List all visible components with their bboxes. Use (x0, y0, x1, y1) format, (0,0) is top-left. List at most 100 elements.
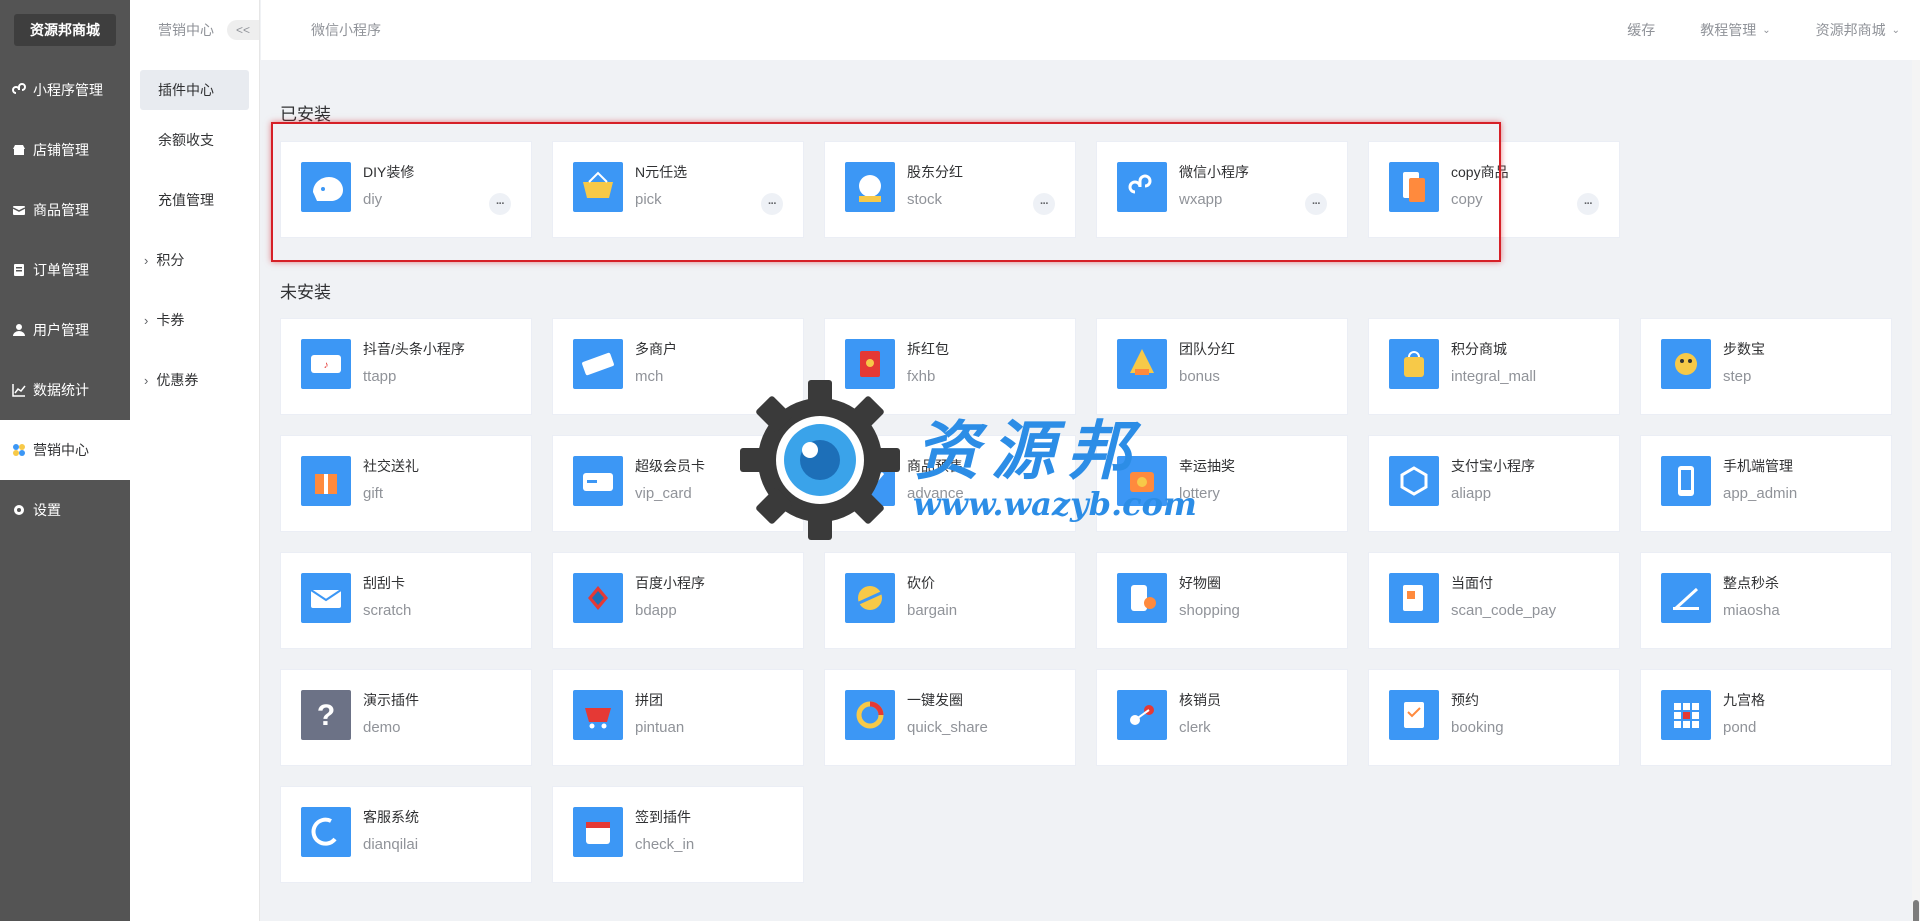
plugin-card-mch[interactable]: 多商户 mch (552, 318, 804, 415)
plugin-card-aliapp[interactable]: 支付宝小程序 aliapp (1368, 435, 1620, 532)
plugin-name: 拼团 (635, 692, 663, 708)
gear-icon (12, 503, 26, 517)
sub-nav-item-1[interactable]: 余额收支 (130, 110, 259, 170)
plugin-card-app_admin[interactable]: 手机端管理 app_admin (1640, 435, 1892, 532)
plugin-code: stock (907, 191, 943, 208)
plugin-card-miaosha[interactable]: 整点秒杀 miaosha (1640, 552, 1892, 649)
plugin-card-bonus[interactable]: 团队分红 bonus (1096, 318, 1348, 415)
plugin-card-bdapp[interactable]: 百度小程序 bdapp (552, 552, 804, 649)
plugin-name: 幸运抽奖 (1179, 458, 1235, 474)
plugin-name: 手机端管理 (1723, 458, 1793, 474)
plugin-card-step[interactable]: 步数宝 step (1640, 318, 1892, 415)
chevron-down-icon: ⌄ (1762, 24, 1771, 36)
plugin-card-stock[interactable]: 股东分红 stock ··· (824, 141, 1076, 238)
user-dropdown[interactable]: 资源邦商城 ⌄ (1816, 20, 1900, 40)
chevron-right-icon: › (144, 372, 149, 388)
sub-nav-item-label: 充值管理 (158, 192, 214, 208)
plugin-name: N元任选 (635, 164, 688, 180)
sub-nav-item-2[interactable]: 充值管理 (130, 170, 259, 230)
marketing-icon (12, 443, 26, 457)
plugin-name: 一键发圈 (907, 692, 963, 708)
wxapp-icon (1117, 162, 1167, 212)
plugin-code: mch (635, 368, 664, 385)
chart-icon (12, 383, 26, 397)
uninstalled-title: 未安装 (280, 283, 331, 302)
plugin-name: 团队分红 (1179, 341, 1235, 357)
plugin-code: copy (1451, 191, 1483, 208)
plugin-card-bargain[interactable]: 砍价 bargain (824, 552, 1076, 649)
plugin-code: bdapp (635, 602, 677, 619)
plugin-card-fxhb[interactable]: 拆红包 fxhb (824, 318, 1076, 415)
plugin-card-diy[interactable]: DIY装修 diy ··· (280, 141, 532, 238)
scrollbar-thumb[interactable] (1913, 900, 1919, 921)
plugin-card-booking[interactable]: 预约 booking (1368, 669, 1620, 766)
plugin-card-pintuan[interactable]: 拼团 pintuan (552, 669, 804, 766)
nav-item-3[interactable]: 订单管理 (0, 240, 130, 300)
scrollbar[interactable] (1912, 60, 1920, 921)
plugin-code: demo (363, 719, 401, 736)
sub-nav-item-4[interactable]: › 卡券 (130, 290, 259, 350)
nav-item-4[interactable]: 用户管理 (0, 300, 130, 360)
chevron-right-icon: › (144, 312, 149, 328)
plugin-card-vip_card[interactable]: 超级会员卡 vip_card (552, 435, 804, 532)
plugin-code: integral_mall (1451, 368, 1537, 385)
plugin-code: fxhb (907, 368, 936, 385)
plugin-name: 商品预售 (907, 458, 963, 474)
nav-item-5[interactable]: 数据统计 (0, 360, 130, 420)
sub-nav-item-label: 积分 (156, 252, 185, 268)
nav-item-label: 店铺管理 (33, 142, 89, 158)
plugin-card-lottery[interactable]: 幸运抽奖 lottery (1096, 435, 1348, 532)
shop-icon (12, 143, 26, 157)
nav-item-1[interactable]: 店铺管理 (0, 120, 130, 180)
sub-nav-item-0[interactable]: 插件中心 (140, 70, 249, 110)
plugin-card-clerk[interactable]: 核销员 clerk (1096, 669, 1348, 766)
plugin-card-scratch[interactable]: 刮刮卡 scratch (280, 552, 532, 649)
nav-item-7[interactable]: 设置 (0, 480, 130, 540)
nav-item-6[interactable]: 营销中心 (0, 420, 130, 480)
plugin-card-check_in[interactable]: 签到插件 check_in (552, 786, 804, 883)
more-options-button[interactable]: ··· (1305, 193, 1327, 215)
more-options-button[interactable]: ··· (489, 193, 511, 215)
plugin-card-copy[interactable]: copy商品 copy ··· (1368, 141, 1620, 238)
brand-logo[interactable]: 资源邦商城 (14, 14, 116, 46)
nav-item-0[interactable]: 小程序管理 (0, 60, 130, 120)
diy-icon (301, 162, 351, 212)
more-options-button[interactable]: ··· (1577, 193, 1599, 215)
brand: 资源邦商城 (0, 0, 130, 60)
plugin-card-gift[interactable]: 社交送礼 gift (280, 435, 532, 532)
plugin-card-advance[interactable]: 商品预售 advance (824, 435, 1076, 532)
user-label: 资源邦商城 (1815, 22, 1886, 38)
more-options-button[interactable]: ··· (761, 193, 783, 215)
plugin-code: clerk (1179, 719, 1211, 736)
plugin-card-dianqilai[interactable]: 客服系统 dianqilai (280, 786, 532, 883)
collapse-button[interactable]: << (227, 20, 259, 40)
breadcrumb[interactable]: 微信小程序 (311, 20, 381, 40)
plugin-code: pond (1723, 719, 1757, 736)
cache-link[interactable]: 缓存 (1627, 20, 1655, 40)
plugin-card-pond[interactable]: 九宫格 pond (1640, 669, 1892, 766)
plugin-card-wxapp[interactable]: 微信小程序 wxapp ··· (1096, 141, 1348, 238)
more-options-button[interactable]: ··· (1033, 193, 1055, 215)
plugin-card-integral_mall[interactable]: 积分商城 integral_mall (1368, 318, 1620, 415)
plugin-card-ttapp[interactable]: ♪ 抖音/头条小程序 ttapp (280, 318, 532, 415)
scan-pay-icon (1389, 573, 1439, 623)
sub-nav-item-3[interactable]: › 积分 (130, 230, 259, 290)
plugin-card-scan_code_pay[interactable]: 当面付 scan_code_pay (1368, 552, 1620, 649)
nav-item-label: 订单管理 (33, 262, 89, 278)
sub-nav-item-5[interactable]: › 优惠券 (130, 350, 259, 410)
plugin-card-shopping[interactable]: 好物圈 shopping (1096, 552, 1348, 649)
nav-item-2[interactable]: 商品管理 (0, 180, 130, 240)
tutorial-dropdown[interactable]: 教程管理 ⌄ (1700, 20, 1770, 40)
plugin-card-pick[interactable]: N元任选 pick ··· (552, 141, 804, 238)
plugin-code: app_admin (1723, 485, 1798, 502)
grid-icon (1661, 690, 1711, 740)
plugin-card-quick_share[interactable]: 一键发圈 quick_share (824, 669, 1076, 766)
miaosha-icon (1661, 573, 1711, 623)
sub-sidebar: 营销中心 << 插件中心 余额收支 充值管理 › 积分 › 卡券 › 优惠券 (130, 0, 260, 921)
plugin-card-demo[interactable]: ? 演示插件 demo (280, 669, 532, 766)
tutorial-label: 教程管理 (1700, 22, 1757, 38)
plugin-code: diy (363, 191, 383, 208)
integral-icon (1389, 339, 1439, 389)
pintuan-icon (573, 690, 623, 740)
red-packet-icon (845, 339, 895, 389)
